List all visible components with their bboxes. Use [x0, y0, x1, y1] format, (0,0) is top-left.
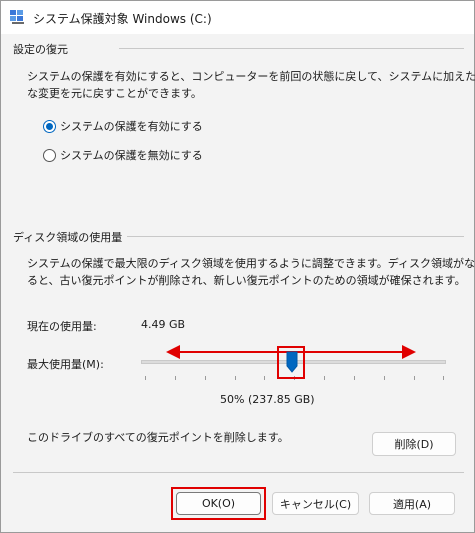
- disk-description-line1: システムの保護で最大限のディスク領域を使用するように調整できます。ディスク領域が…: [27, 257, 475, 270]
- system-protection-dialog: システム保護対象 Windows (C:) 設定の復元 システムの保護を有効にす…: [0, 0, 475, 533]
- slider-readout: 50% (237.85 GB): [220, 393, 315, 406]
- restore-settings-title: 設定の復元: [13, 43, 68, 56]
- restore-description-line1: システムの保護を有効にすると、コンピューターを前回の状態に戻して、システムに加え…: [27, 70, 475, 83]
- delete-points-text: このドライブのすべての復元ポイントを削除します。: [27, 431, 289, 444]
- radio-enable-indicator[interactable]: [43, 119, 56, 133]
- restore-group-divider: [119, 48, 464, 49]
- radio-disable-indicator[interactable]: [43, 148, 56, 162]
- ok-button[interactable]: OK(O): [176, 492, 261, 515]
- radio-enable-protection[interactable]: システムの保護を有効にする: [43, 118, 203, 134]
- footer-divider: [13, 472, 464, 473]
- max-usage-slider-thumb[interactable]: [286, 351, 298, 373]
- radio-disable-label: システムの保護を無効にする: [60, 149, 203, 162]
- radio-disable-protection[interactable]: システムの保護を無効にする: [43, 147, 203, 163]
- title-bar: システム保護対象 Windows (C:): [1, 1, 474, 34]
- cancel-button[interactable]: キャンセル(C): [272, 492, 359, 515]
- disk-usage-title: ディスク領域の使用量: [13, 231, 123, 244]
- current-usage-value: 4.49 GB: [141, 318, 186, 331]
- window-title: システム保護対象 Windows (C:): [33, 12, 212, 26]
- system-protection-app-icon: [10, 10, 24, 24]
- apply-button[interactable]: 適用(A): [369, 492, 455, 515]
- restore-description-line2: な変更を元に戻すことができます。: [27, 87, 202, 100]
- disk-description-line2: ると、古い復元ポイントが削除され、新しい復元ポイントのための領域が確保されます。: [27, 274, 466, 287]
- radio-enable-label: システムの保護を有効にする: [60, 120, 203, 133]
- delete-button[interactable]: 削除(D): [372, 432, 456, 456]
- disk-group-divider: [127, 236, 464, 237]
- max-usage-label: 最大使用量(M):: [27, 358, 104, 371]
- slider-highlight-box: [277, 346, 305, 379]
- current-usage-label: 現在の使用量:: [27, 320, 97, 333]
